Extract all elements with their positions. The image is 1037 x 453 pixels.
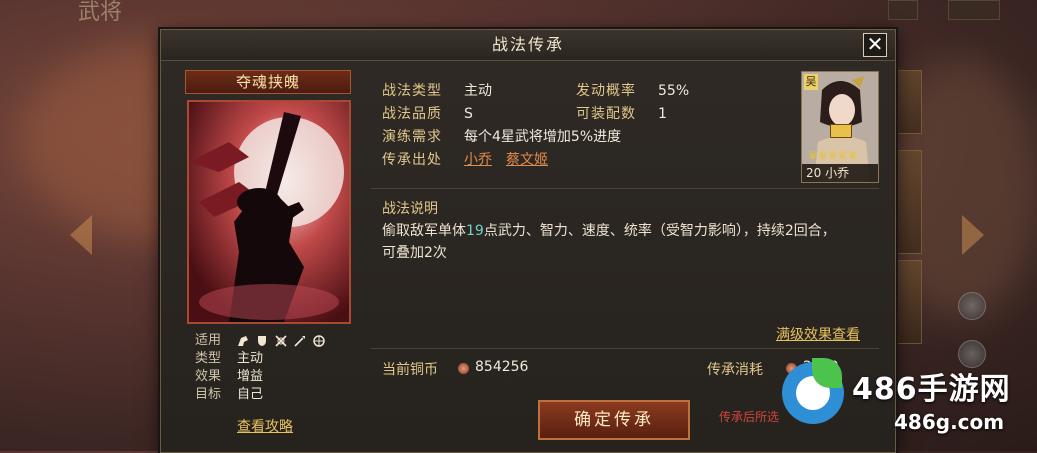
skill-name: 夺魂挟魄 — [185, 70, 351, 94]
description-part: 点武力、智力、速度、统率（受智力影响），持续2回合， — [483, 223, 836, 239]
cost-label: 传承消耗 — [707, 362, 763, 378]
effect-value: 增益 — [237, 369, 264, 384]
coin-icon — [458, 363, 469, 374]
description-part: 可叠加2次 — [382, 245, 447, 261]
watermark-logo-icon — [782, 358, 844, 424]
type-value: 主动 — [237, 351, 264, 366]
coin-value: 854256 — [475, 359, 529, 375]
archer-icon — [275, 335, 287, 347]
inherit-hint: 传承后所选 — [719, 410, 780, 424]
description-title: 战法说明 — [382, 201, 438, 217]
divider — [371, 348, 879, 349]
site-watermark: 486手游网 486g.com — [782, 356, 1037, 451]
slots-label: 可装配数 — [576, 106, 636, 122]
skill-info: 战法类型 主动 发动概率 55% 战法品质 S 可装配数 1 演练需求 每个4星… — [382, 80, 689, 172]
apply-label: 适用 — [195, 333, 222, 348]
skill-quality-label: 战法品质 — [382, 106, 442, 122]
next-arrow-icon[interactable] — [962, 215, 984, 255]
prev-arrow-icon[interactable] — [70, 215, 92, 255]
slots-value: 1 — [658, 106, 667, 122]
effect-label: 效果 — [195, 369, 222, 384]
trigger-rate-value: 55% — [658, 83, 690, 99]
target-label: 目标 — [195, 387, 222, 402]
full-effect-link[interactable]: 满级效果查看 — [776, 324, 860, 344]
close-button[interactable]: ✕ — [863, 33, 887, 57]
source-label: 传承出处 — [382, 152, 442, 168]
divider — [371, 188, 879, 189]
type-label: 类型 — [195, 351, 222, 366]
strategy-link[interactable]: 查看攻略 — [237, 416, 293, 436]
trigger-rate-label: 发动概率 — [576, 83, 636, 99]
skill-type-value: 主动 — [464, 83, 492, 99]
watermark-domain: 486g.com — [894, 410, 1005, 434]
general-portrait[interactable]: 吴 ♛♛♛♛♛ 20 小乔 — [801, 71, 879, 183]
coin-label: 当前铜币 — [382, 362, 438, 378]
rank-badge-icon — [830, 124, 852, 138]
background-title: 武将 — [78, 0, 123, 25]
bg-top-button — [888, 0, 918, 20]
description-text: 偷取敌军单体19点武力、智力、速度、统率（受智力影响），持续2回合， 可叠加2次 — [382, 220, 872, 264]
skill-quality-value: S — [464, 106, 473, 122]
source-link-caiwenji[interactable]: 蔡文姬 — [506, 149, 548, 172]
confirm-inherit-button[interactable]: 确定传承 — [538, 400, 690, 440]
skill-artwork — [187, 100, 351, 324]
faction-badge: 吴 — [804, 74, 818, 90]
description-part: 偷取敌军单体 — [382, 223, 466, 239]
cavalry-icon — [237, 335, 249, 347]
general-stars: ♛♛♛♛♛ — [808, 149, 858, 162]
spear-icon — [294, 335, 306, 347]
target-value: 自己 — [237, 387, 264, 402]
watermark-text: 486手游网 — [852, 372, 1011, 407]
side-round-button[interactable] — [958, 292, 986, 320]
source-link-xiaoqiao[interactable]: 小乔 — [464, 149, 492, 172]
train-label: 演练需求 — [382, 129, 442, 145]
bg-top-button — [948, 0, 1000, 20]
siege-icon — [313, 335, 325, 347]
dialog-title: 战法传承 — [161, 30, 895, 61]
general-level-name: 20 小乔 — [802, 164, 878, 182]
description-highlight: 19 — [466, 223, 484, 239]
train-value: 每个4星武将增加5%进度 — [464, 129, 622, 145]
skill-attributes: 适用 类型 主动 效果 增益 目标 自己 — [195, 332, 332, 404]
shield-icon — [256, 335, 268, 347]
skill-type-label: 战法类型 — [382, 83, 442, 99]
